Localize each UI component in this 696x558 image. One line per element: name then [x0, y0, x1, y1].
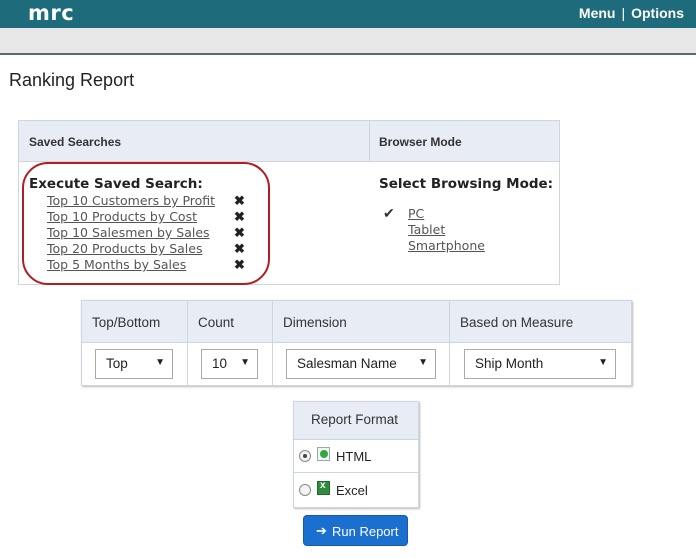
count-select[interactable]: 10 ▼	[201, 349, 258, 379]
dimension-label: Dimension	[283, 315, 347, 330]
dropdown-arrow-icon: ▼	[155, 357, 165, 368]
saved-search-item: Top 10 Products by Cost ✖	[47, 208, 247, 224]
mode-tablet-link[interactable]: Tablet	[408, 222, 445, 237]
format-option-html: HTML	[294, 440, 418, 473]
delete-icon[interactable]: ✖	[234, 193, 245, 209]
execute-saved-search-title: Execute Saved Search:	[29, 176, 203, 192]
count-label: Count	[198, 315, 235, 330]
saved-search-item: Top 10 Salesmen by Sales ✖	[47, 224, 247, 240]
saved-search-link[interactable]: Top 10 Customers by Profit	[47, 193, 215, 208]
mode-pc-link[interactable]: PC	[408, 206, 424, 221]
checkmark-icon: ✔	[383, 205, 395, 221]
dimension-select[interactable]: Salesman Name ▼	[286, 349, 436, 379]
parameters-header: Top/Bottom Count Dimension Based on Meas…	[82, 301, 631, 343]
dropdown-arrow-icon: ▼	[240, 357, 250, 368]
column-divider	[272, 301, 273, 385]
browsing-mode-list: PC Tablet Smartphone	[408, 205, 485, 253]
report-parameters-panel: Top/Bottom Count Dimension Based on Meas…	[81, 300, 632, 386]
delete-icon[interactable]: ✖	[234, 257, 245, 273]
saved-panel-header: Saved Searches Browser Mode	[19, 121, 559, 162]
browser-mode-header: Browser Mode	[379, 135, 462, 149]
saved-search-link[interactable]: Top 10 Salesmen by Sales	[47, 225, 210, 240]
saved-search-item: Top 10 Customers by Profit ✖	[47, 192, 247, 208]
header-divider	[369, 121, 370, 162]
count-value: 10	[212, 356, 228, 371]
html-file-icon	[317, 447, 330, 461]
saved-search-item: Top 20 Products by Sales ✖	[47, 240, 247, 256]
format-option-excel: Excel	[294, 474, 418, 507]
measure-select[interactable]: Ship Month ▼	[464, 349, 616, 379]
report-format-title: Report Format	[311, 412, 399, 427]
html-label: HTML	[336, 449, 372, 464]
saved-search-item: Top 5 Months by Sales ✖	[47, 256, 247, 272]
page-title: Ranking Report	[9, 70, 135, 90]
delete-icon[interactable]: ✖	[234, 209, 245, 225]
excel-label: Excel	[336, 483, 368, 498]
app-logo[interactable]: mrc	[28, 1, 74, 25]
excel-file-icon	[317, 480, 330, 495]
top-nav: Menu | Options	[579, 5, 684, 21]
measure-label: Based on Measure	[460, 315, 574, 330]
top-bar: mrc Menu | Options	[0, 0, 696, 28]
dropdown-arrow-icon: ▼	[418, 357, 428, 368]
saved-search-link[interactable]: Top 5 Months by Sales	[47, 257, 186, 272]
delete-icon[interactable]: ✖	[234, 241, 245, 257]
column-divider	[449, 301, 450, 385]
saved-searches-header: Saved Searches	[29, 135, 122, 149]
top-bottom-select[interactable]: Top ▼	[95, 349, 173, 379]
report-format-panel: Report Format HTML Excel	[293, 401, 419, 508]
saved-search-link[interactable]: Top 10 Products by Cost	[47, 209, 197, 224]
top-bottom-label: Top/Bottom	[92, 315, 161, 330]
mode-smartphone-link[interactable]: Smartphone	[408, 238, 485, 253]
dimension-value: Salesman Name	[297, 356, 397, 371]
measure-value: Ship Month	[475, 356, 544, 371]
html-radio[interactable]	[299, 450, 311, 462]
menu-link[interactable]: Menu	[579, 5, 616, 21]
excel-radio[interactable]	[299, 484, 311, 496]
run-report-label: Run Report	[332, 524, 399, 539]
options-link[interactable]: Options	[631, 5, 684, 21]
sub-toolbar	[0, 28, 696, 55]
dropdown-arrow-icon: ▼	[598, 357, 608, 368]
report-format-header: Report Format	[294, 402, 418, 440]
nav-separator: |	[621, 5, 626, 21]
column-divider	[187, 301, 188, 385]
browsing-mode-title: Select Browsing Mode:	[379, 176, 554, 192]
saved-search-link[interactable]: Top 20 Products by Sales	[47, 241, 202, 256]
saved-search-list: Top 10 Customers by Profit ✖ Top 10 Prod…	[47, 192, 247, 272]
run-report-button[interactable]: ➔ Run Report	[303, 515, 408, 546]
top-bottom-value: Top	[106, 356, 128, 371]
delete-icon[interactable]: ✖	[234, 225, 245, 241]
arrow-right-icon: ➔	[316, 523, 327, 538]
